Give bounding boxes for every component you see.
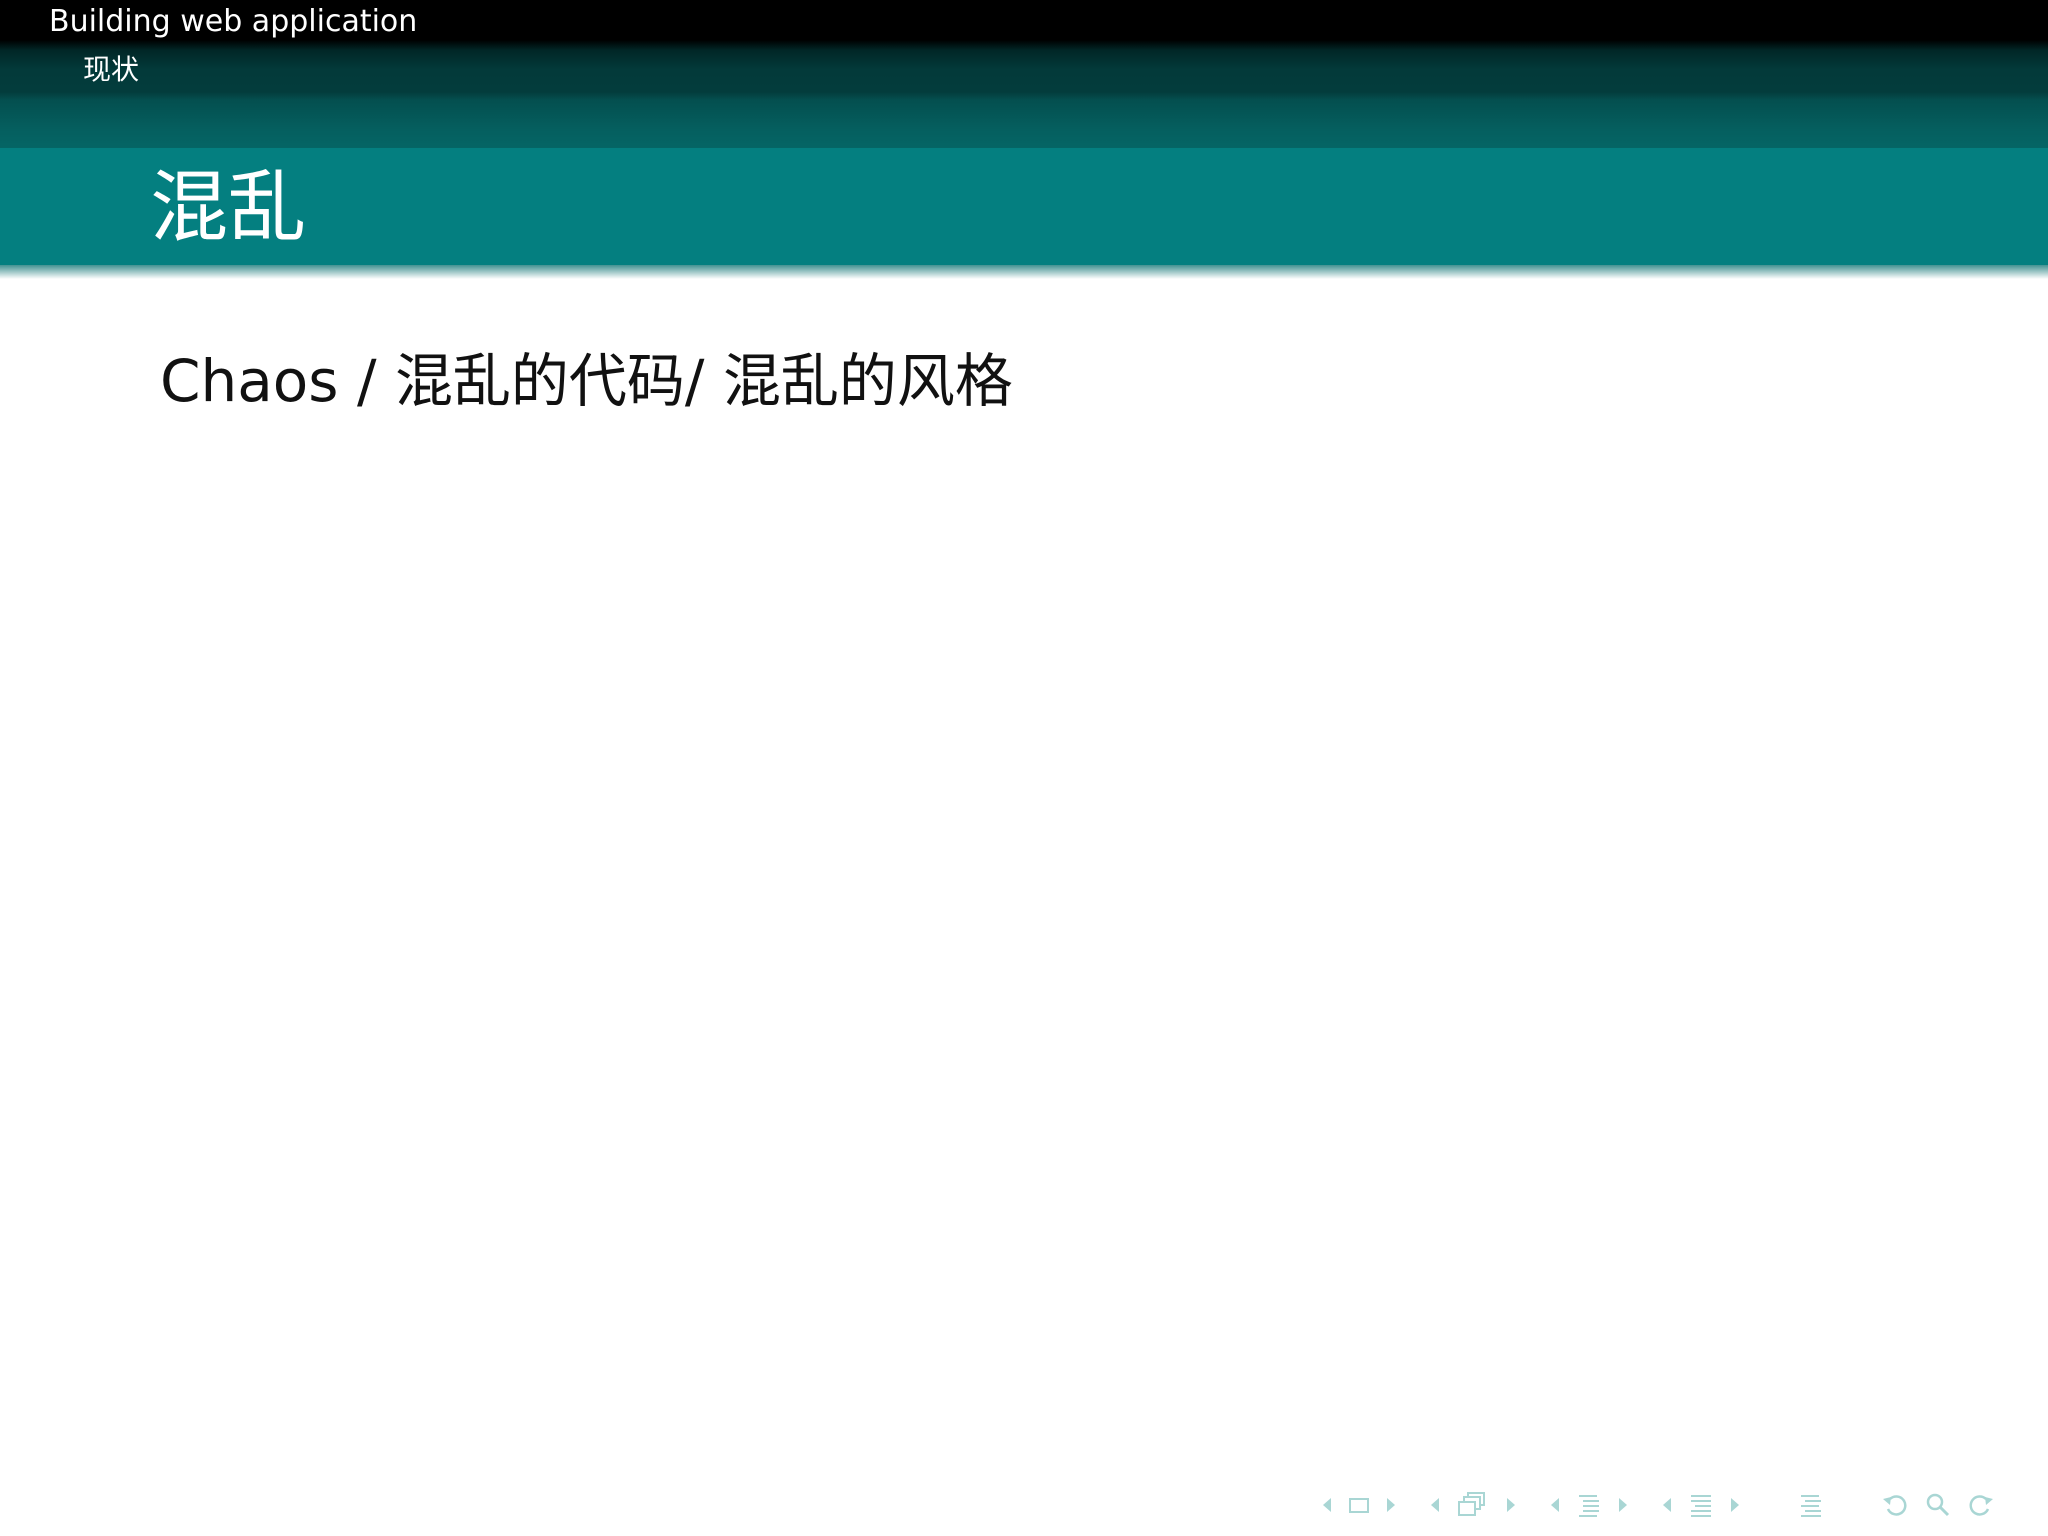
arrow-left-icon[interactable] bbox=[1660, 1490, 1674, 1520]
arrow-left-icon[interactable] bbox=[1428, 1490, 1442, 1520]
frame-title-bar bbox=[0, 148, 2048, 265]
section-icon[interactable] bbox=[1688, 1490, 1714, 1520]
frame-icon[interactable] bbox=[1456, 1490, 1490, 1520]
frame-title-shadow bbox=[0, 265, 2048, 279]
section-title: 现状 bbox=[83, 53, 140, 86]
document-icon[interactable] bbox=[1798, 1490, 1824, 1520]
headline-bar: Building web application 现状 bbox=[0, 0, 2048, 148]
slide: Building web application 现状 混乱 Chaos / 混… bbox=[0, 0, 2048, 1536]
arrow-right-icon[interactable] bbox=[1384, 1490, 1398, 1520]
slide-body-text: Chaos / 混乱的代码/ 混乱的风格 bbox=[160, 347, 1013, 415]
arrow-right-icon[interactable] bbox=[1504, 1490, 1518, 1520]
back-icon[interactable] bbox=[1880, 1490, 1910, 1520]
arrow-left-icon[interactable] bbox=[1548, 1490, 1562, 1520]
forward-icon[interactable] bbox=[1966, 1490, 1996, 1520]
frame-title: 混乱 bbox=[150, 163, 307, 253]
arrow-right-icon[interactable] bbox=[1728, 1490, 1742, 1520]
arrow-right-icon[interactable] bbox=[1616, 1490, 1630, 1520]
presentation-title: Building web application bbox=[49, 4, 418, 39]
search-icon[interactable] bbox=[1924, 1490, 1952, 1520]
arrow-left-icon[interactable] bbox=[1320, 1490, 1334, 1520]
navigation-bar bbox=[1320, 1490, 2032, 1520]
subsection-icon[interactable] bbox=[1576, 1490, 1602, 1520]
slide-icon[interactable] bbox=[1348, 1490, 1370, 1520]
